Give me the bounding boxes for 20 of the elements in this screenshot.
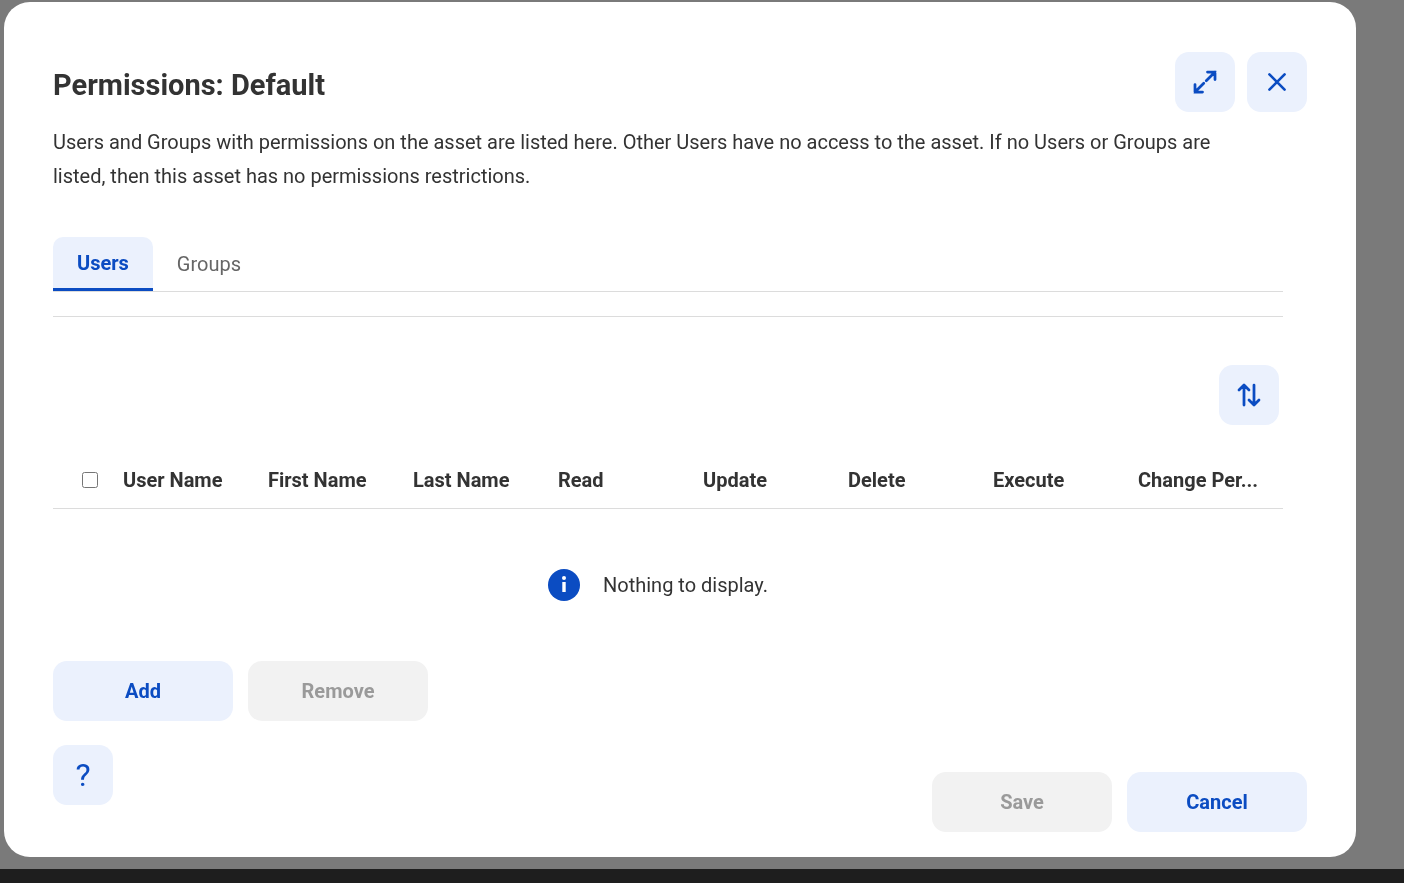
- info-icon: [548, 569, 580, 601]
- action-button[interactable]: Add: [53, 661, 233, 721]
- column-header[interactable]: Update: [703, 464, 848, 495]
- help-button[interactable]: ?: [53, 745, 113, 805]
- action-button[interactable]: Cancel: [1127, 772, 1307, 832]
- sort-button[interactable]: [1219, 365, 1279, 425]
- column-header[interactable]: Execute: [993, 464, 1138, 495]
- close-button[interactable]: [1247, 52, 1307, 112]
- column-header[interactable]: Read: [558, 464, 703, 495]
- maximize-button[interactable]: [1175, 52, 1235, 112]
- column-header[interactable]: User Name: [123, 464, 268, 495]
- column-header[interactable]: Delete: [848, 464, 993, 495]
- empty-message: Nothing to display.: [603, 572, 768, 599]
- tab[interactable]: Groups: [152, 237, 266, 291]
- dialog-title: Permissions: Default: [53, 67, 326, 104]
- tab[interactable]: Users: [53, 237, 153, 291]
- column-header[interactable]: First Name: [268, 464, 413, 495]
- column-header[interactable]: Last Name: [413, 464, 558, 495]
- column-header[interactable]: Change Per...: [1138, 464, 1283, 495]
- dialog-description: Users and Groups with permissions on the asset are listed here. Other Users have no access to the asset. If no Users or Groups are listed, then this asset has no permissions restrictions.: [53, 129, 1212, 190]
